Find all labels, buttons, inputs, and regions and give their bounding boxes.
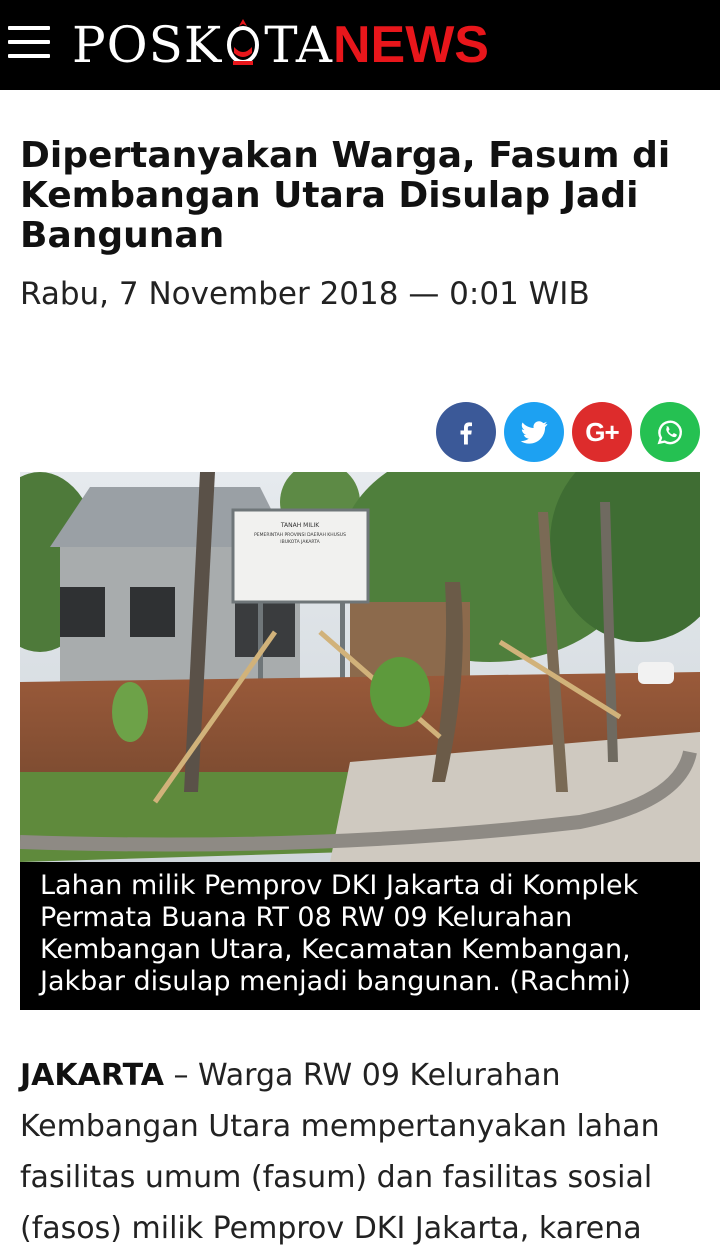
article-photo: TANAH MILIK PEMERINTAH PROVINSI DAERAH K… [20,472,700,862]
logo-part-posk: POSK [72,16,223,74]
site-logo[interactable]: POSK TA NEWS [72,14,489,76]
facebook-share-button[interactable] [436,402,496,462]
twitter-share-button[interactable] [504,402,564,462]
facebook-icon [460,422,472,445]
logo-emblem-icon [224,19,262,67]
logo-news: NEWS [332,16,489,74]
share-buttons: G+ [436,402,700,462]
sign-line2: PEMERINTAH PROVINSI DAERAH KHUSUS [254,532,346,538]
logo-text: POSK TA [72,16,333,74]
article-location: JAKARTA [20,1058,164,1093]
article-photo-illustration: TANAH MILIK PEMERINTAH PROVINSI DAERAH K… [20,472,700,862]
googleplus-share-button[interactable]: G+ [572,402,632,462]
photo-caption: Lahan milik Pemprov DKI Jakarta di Kompl… [20,862,700,1010]
google-plus-icon: G+ [585,416,619,447]
sign-line3: IBUKOTA JAKARTA [280,539,320,545]
logo-part-ta: TA [264,16,333,74]
article-date: Rabu, 7 November 2018 — 0:01 WIB [20,276,590,312]
article-body: JAKARTA – Warga RW 09 Kelurahan Kembanga… [20,1050,680,1254]
sign-line1: TANAH MILIK [280,522,320,529]
whatsapp-share-button[interactable] [640,402,700,462]
hamburger-menu-icon[interactable] [8,22,50,62]
whatsapp-icon [657,420,682,445]
article-title: Dipertanyakan Warga, Fasum di Kembangan … [20,135,671,256]
twitter-icon [520,421,548,444]
top-header: POSK TA NEWS [0,0,720,90]
